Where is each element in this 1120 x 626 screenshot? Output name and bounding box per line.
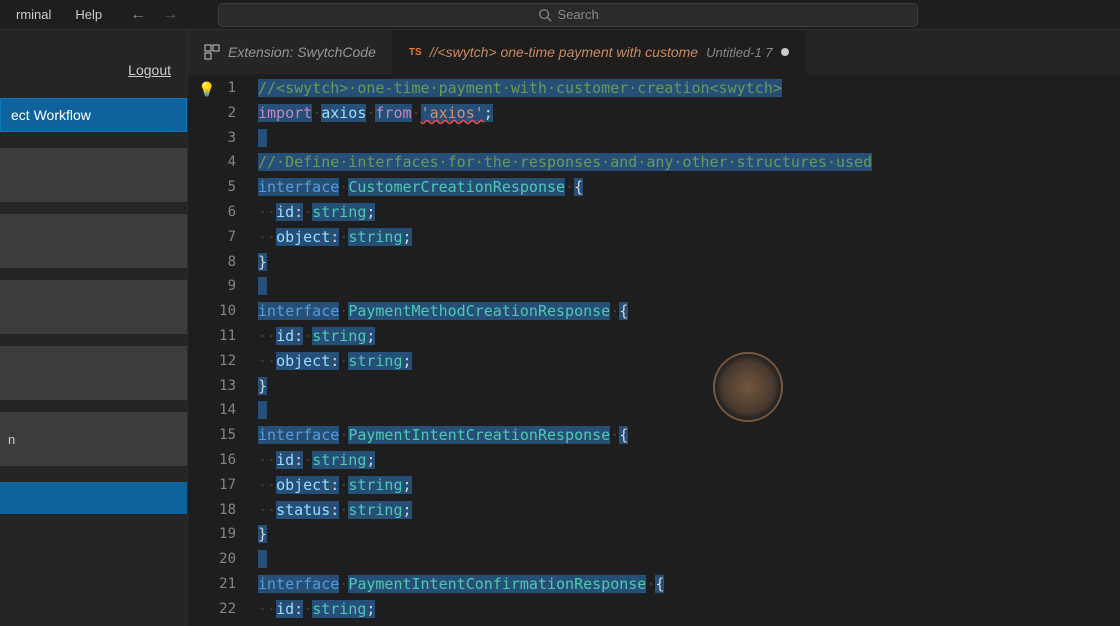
search-icon — [538, 8, 552, 22]
code-line: ··id:·string; — [258, 324, 1120, 349]
logout-link[interactable]: Logout — [0, 38, 187, 82]
nav-forward-icon[interactable]: → — [162, 6, 178, 24]
code-line: ··object:·string; — [258, 349, 1120, 374]
tabs-row: Extension: SwytchCode TS //<swytch> one-… — [188, 30, 1120, 74]
line-number: 7 — [188, 225, 236, 250]
line-number: 5 — [188, 175, 236, 200]
line-number: 8 — [188, 250, 236, 275]
editor-body[interactable]: 💡 1 2 3 4 5 6 7 8 9 10 11 12 13 14 15 16… — [188, 74, 1120, 626]
line-number: 6 — [188, 200, 236, 225]
code-line: ··id:·string; — [258, 597, 1120, 622]
sidebar-block-5[interactable]: n — [0, 412, 187, 466]
line-number: 19 — [188, 522, 236, 547]
sidebar-block-3[interactable] — [0, 280, 187, 334]
code-line: interface·CustomerCreationResponse·{ — [258, 175, 1120, 200]
line-number: 10 — [188, 299, 236, 324]
code-line: interface·PaymentIntentConfirmationRespo… — [258, 572, 1120, 597]
menubar-terminal[interactable]: rminal — [8, 3, 59, 26]
code-line: ··status:·string; — [258, 498, 1120, 523]
line-number: 16 — [188, 448, 236, 473]
code-line: } — [258, 250, 1120, 275]
line-number: 13 — [188, 374, 236, 399]
line-number-gutter: 1 2 3 4 5 6 7 8 9 10 11 12 13 14 15 16 1… — [188, 74, 258, 626]
line-number: 18 — [188, 498, 236, 523]
tab-active-suffix: Untitled-1 7 — [706, 45, 772, 60]
tab-untitled-active[interactable]: TS //<swytch> one-time payment with cust… — [393, 30, 806, 74]
line-number: 3 — [188, 126, 236, 151]
line-number: 11 — [188, 324, 236, 349]
lightbulb-icon[interactable]: 💡 — [198, 78, 215, 103]
code-line: } — [258, 374, 1120, 399]
code-line: ··id:·string; — [258, 200, 1120, 225]
line-number: 14 — [188, 398, 236, 423]
tab-active-filename: //<swytch> one-time payment with custome — [430, 44, 698, 60]
code-line: ··id:·string; — [258, 448, 1120, 473]
sidebar-block-1[interactable] — [0, 148, 187, 202]
search-placeholder: Search — [558, 7, 599, 22]
code-line — [258, 547, 1120, 572]
menubar: rminal Help ← → Search — [0, 0, 1120, 30]
line-number: 9 — [188, 274, 236, 299]
line-number: 2 — [188, 101, 236, 126]
line-number: 4 — [188, 150, 236, 175]
sidebar-block-4[interactable] — [0, 346, 187, 400]
tab-dirty-indicator-icon — [781, 48, 789, 56]
line-number: 15 — [188, 423, 236, 448]
code-line: import·axios·from·'axios'; — [258, 101, 1120, 126]
code-line: //·Define·interfaces·for·the·responses·a… — [258, 150, 1120, 175]
code-line: //<swytch>·one-time·payment·with·custome… — [258, 76, 1120, 101]
editor-area: Extension: SwytchCode TS //<swytch> one-… — [188, 30, 1120, 626]
code-line: ··object:·string; — [258, 473, 1120, 498]
line-number: 22 — [188, 597, 236, 622]
code-line: interface·PaymentMethodCreationResponse·… — [258, 299, 1120, 324]
search-input[interactable]: Search — [218, 3, 918, 27]
code-content[interactable]: //<swytch>·one-time·payment·with·custome… — [258, 74, 1120, 626]
extension-icon — [204, 44, 220, 60]
code-line: ··object:·string; — [258, 225, 1120, 250]
code-line — [258, 126, 1120, 151]
sidebar: Logout ect Workflow n — [0, 30, 188, 626]
main-area: Logout ect Workflow n Extension: SwytchC… — [0, 30, 1120, 626]
code-line — [258, 398, 1120, 423]
tab-extension-label: Extension: SwytchCode — [228, 44, 376, 60]
line-number: 17 — [188, 473, 236, 498]
menubar-help[interactable]: Help — [67, 3, 110, 26]
tab-extension-swytchcode[interactable]: Extension: SwytchCode — [188, 30, 393, 74]
code-line: } — [258, 522, 1120, 547]
select-workflow-button[interactable]: ect Workflow — [0, 98, 187, 132]
nav-back-icon[interactable]: ← — [130, 6, 146, 24]
line-number: 20 — [188, 547, 236, 572]
ts-badge-icon: TS — [409, 47, 422, 58]
line-number: 12 — [188, 349, 236, 374]
code-line: interface·PaymentIntentCreationResponse·… — [258, 423, 1120, 448]
code-line — [258, 274, 1120, 299]
sidebar-block-2[interactable] — [0, 214, 187, 268]
sidebar-primary-button[interactable] — [0, 482, 187, 514]
line-number: 21 — [188, 572, 236, 597]
nav-arrows: ← → — [130, 6, 178, 24]
